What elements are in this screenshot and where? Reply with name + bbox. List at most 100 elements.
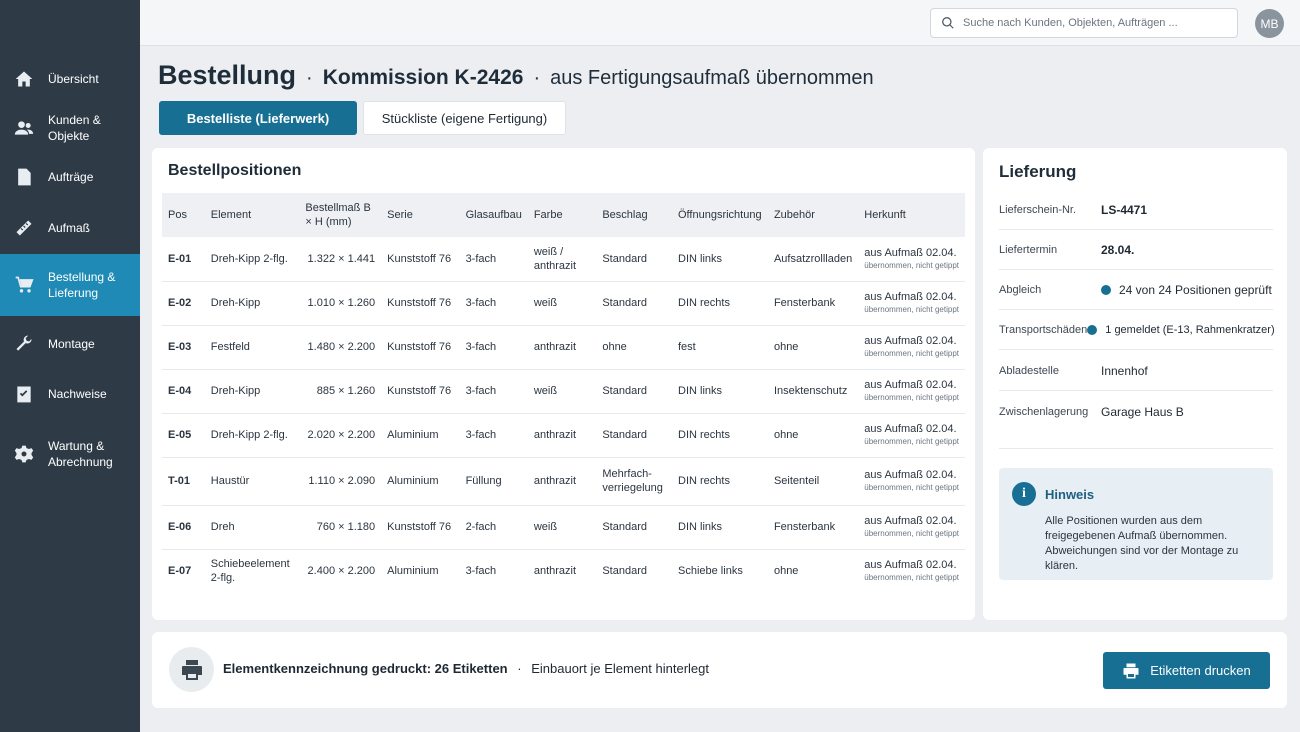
cell-zubehoer: Insektenschutz bbox=[767, 369, 859, 414]
search-input[interactable] bbox=[963, 17, 1233, 29]
herkunft-label: aus Aufmaß 02.04. bbox=[864, 469, 957, 481]
gear-icon bbox=[12, 442, 36, 466]
cell-herkunft: aus Aufmaß 02.04. übernommen, nicht getip… bbox=[858, 237, 965, 282]
cell-mass: 1.110 × 2.090 bbox=[299, 457, 382, 506]
table-row[interactable]: E-03 Festfeld 1.480 × 2.200 Kunststoff 7… bbox=[162, 325, 965, 370]
delivery-label: Zwischenlagerung bbox=[999, 406, 1089, 418]
cell-element: Dreh bbox=[204, 505, 300, 550]
col-glasaufbau[interactable]: Glasaufbau bbox=[459, 193, 528, 237]
col-oeffnungsrichtung[interactable]: Öffnungsrichtung bbox=[672, 193, 768, 237]
sidebar-item-nachweise[interactable]: Nachweise bbox=[0, 381, 140, 407]
cell-richtung: DIN links bbox=[672, 237, 768, 282]
avatar[interactable]: MB bbox=[1255, 9, 1284, 38]
commission-label: Kommission K-2426 bbox=[322, 66, 524, 89]
cell-element: Dreh-Kipp 2-flg. bbox=[204, 413, 300, 458]
cell-serie: Kunststoff 76 bbox=[381, 505, 460, 550]
cell-zubehoer: ohne bbox=[773, 565, 799, 578]
print-labels-button[interactable]: Etiketten drucken bbox=[1103, 652, 1270, 689]
cell-element: Dreh-Kipp 2-flg. bbox=[204, 237, 300, 282]
col-beschlag[interactable]: Beschlag bbox=[596, 193, 672, 237]
cell-pos: E-03 bbox=[162, 325, 205, 370]
cell-herkunft: aus Aufmaß 02.04. übernommen, nicht getip… bbox=[858, 325, 965, 370]
cell-element: Dreh-Kipp bbox=[204, 281, 300, 326]
herkunft-sub: übernommen, nicht getippt bbox=[864, 349, 959, 358]
cell-beschlag: Standard bbox=[596, 505, 672, 550]
people-icon bbox=[12, 116, 36, 140]
table-row[interactable]: E-02 Dreh-Kipp 1.010 × 1.260 Kunststoff … bbox=[162, 281, 965, 326]
cell-pos: E-01 bbox=[162, 237, 205, 282]
cell-serie: Kunststoff 76 bbox=[381, 325, 460, 370]
delivery-row-lieferschein: Lieferschein-Nr. LS-4471 bbox=[999, 190, 1273, 230]
label-status-info: Einbauort je Element hinterlegt bbox=[531, 661, 709, 676]
sidebar-item-montage[interactable]: Montage bbox=[0, 331, 140, 357]
title-separator: · bbox=[533, 67, 541, 89]
home-icon bbox=[12, 67, 36, 91]
herkunft-sub: übernommen, nicht getippt bbox=[864, 437, 959, 446]
cell-beschlag: Mehrfach-verriegelung bbox=[596, 457, 672, 506]
source-label: aus Fertigungsaufmaß übernommen bbox=[550, 67, 874, 89]
sidebar-item-aufmass[interactable]: Aufmaß bbox=[0, 215, 140, 241]
tab-stueckliste[interactable]: Stückliste (eigene Fertigung) bbox=[363, 101, 566, 135]
delivery-label: Transportschäden bbox=[999, 323, 1088, 336]
tab-bestelliste[interactable]: Bestelliste (Lieferwerk) bbox=[159, 101, 357, 135]
cell-glas: 3-fach bbox=[459, 413, 528, 458]
col-serie[interactable]: Serie bbox=[381, 193, 460, 237]
sidebar-item-label: Kunden & Objekte bbox=[48, 113, 101, 143]
sidebar-item-kunden[interactable]: Kunden & Objekte bbox=[0, 113, 140, 143]
col-pos[interactable]: Pos bbox=[162, 193, 205, 237]
cell-beschlag: Standard bbox=[602, 565, 647, 578]
table-row[interactable]: E-04 Dreh-Kipp 885 × 1.260 Kunststoff 76… bbox=[162, 369, 965, 414]
document-icon bbox=[12, 165, 36, 189]
cell-mass: 2.020 × 2.200 bbox=[299, 413, 382, 458]
cell-serie: Kunststoff 76 bbox=[381, 281, 460, 326]
positions-title: Bestellpositionen bbox=[168, 162, 302, 179]
wrench-icon bbox=[12, 332, 36, 356]
table-row[interactable]: E-01 Dreh-Kipp 2-flg. 1.322 × 1.441 Kuns… bbox=[162, 237, 965, 282]
sidebar-item-auftraege[interactable]: Aufträge bbox=[0, 164, 140, 190]
delivery-row-zwischenlagerung: Zwischenlagerung Garage Haus B bbox=[999, 392, 1273, 449]
positions-card: Bestellpositionen Pos Element Bestellmaß… bbox=[152, 148, 975, 620]
col-herkunft[interactable]: Herkunft bbox=[858, 193, 965, 237]
cell-glas: 3-fach bbox=[459, 281, 528, 326]
table-row[interactable]: E-05 Dreh-Kipp 2-flg. 2.020 × 2.200 Alum… bbox=[162, 413, 965, 458]
cell-herkunft: aus Aufmaß 02.04. übernommen, nicht getip… bbox=[858, 369, 965, 414]
delivery-value-wrap: 1 gemeldet (E-13, Rahmenkratzer) bbox=[1087, 324, 1275, 336]
cell-element: Haustür bbox=[204, 457, 300, 506]
positions-table: Pos Element Bestellmaß B × H (mm) Serie … bbox=[162, 193, 965, 593]
label-print-bar: Elementkennzeichnung gedruckt: 26 Etiket… bbox=[152, 632, 1287, 708]
cell-beschlag: Standard bbox=[596, 369, 672, 414]
herkunft-label: aus Aufmaß 02.04. bbox=[864, 246, 957, 259]
col-element[interactable]: Element bbox=[204, 193, 300, 237]
sidebar-item-label: Übersicht bbox=[48, 72, 99, 86]
cell-farbe: anthrazit bbox=[533, 565, 577, 578]
cell-serie: Kunststoff 76 bbox=[381, 237, 460, 282]
cell-serie: Aluminium bbox=[381, 457, 460, 506]
delivery-value: LS-4471 bbox=[1101, 202, 1148, 217]
sidebar-item-bestellung[interactable]: Bestellung & Lieferung bbox=[0, 254, 140, 316]
cell-mass: 1.010 × 1.260 bbox=[299, 281, 382, 326]
checklist-icon bbox=[12, 382, 36, 406]
table-row[interactable]: T-01 Haustür 1.110 × 2.090 Aluminium Fül… bbox=[162, 457, 965, 506]
cell-pos: E-07 bbox=[168, 565, 192, 578]
col-zubehoer[interactable]: Zubehör bbox=[767, 193, 859, 237]
table-row[interactable]: E-06 Dreh 760 × 1.180 Kunststoff 76 2-fa… bbox=[162, 505, 965, 550]
sidebar-item-wartung[interactable]: Wartung & Abrechnung bbox=[0, 432, 140, 476]
cell-farbe: anthrazit bbox=[527, 325, 597, 370]
sidebar-item-uebersicht[interactable]: Übersicht bbox=[0, 66, 140, 92]
herkunft-label: aus Aufmaß 02.04. bbox=[864, 515, 957, 527]
delivery-value: Innenhof bbox=[1101, 363, 1148, 378]
delivery-label: Lieferschein-Nr. bbox=[999, 203, 1077, 216]
cell-herkunft: aus Aufmaß 02.04. übernommen, nicht getip… bbox=[858, 457, 965, 506]
search-box[interactable] bbox=[930, 8, 1238, 38]
cell-richtung: fest bbox=[672, 325, 768, 370]
col-farbe[interactable]: Farbe bbox=[527, 193, 597, 237]
cell-pos: E-02 bbox=[162, 281, 205, 326]
delivery-label: Abgleich bbox=[999, 283, 1042, 296]
cell-farbe: weiß bbox=[527, 369, 597, 414]
cart-icon bbox=[12, 273, 36, 297]
cell-zubehoer: Aufsatzrollladen bbox=[767, 237, 859, 282]
table-row[interactable]: E-07 Schiebeelement 2-flg. 2.400 × 2.200… bbox=[162, 549, 965, 593]
col-bestellmass[interactable]: Bestellmaß B × H (mm) bbox=[299, 193, 382, 237]
cell-beschlag: Standard bbox=[596, 237, 672, 282]
cell-serie: Kunststoff 76 bbox=[381, 369, 460, 414]
